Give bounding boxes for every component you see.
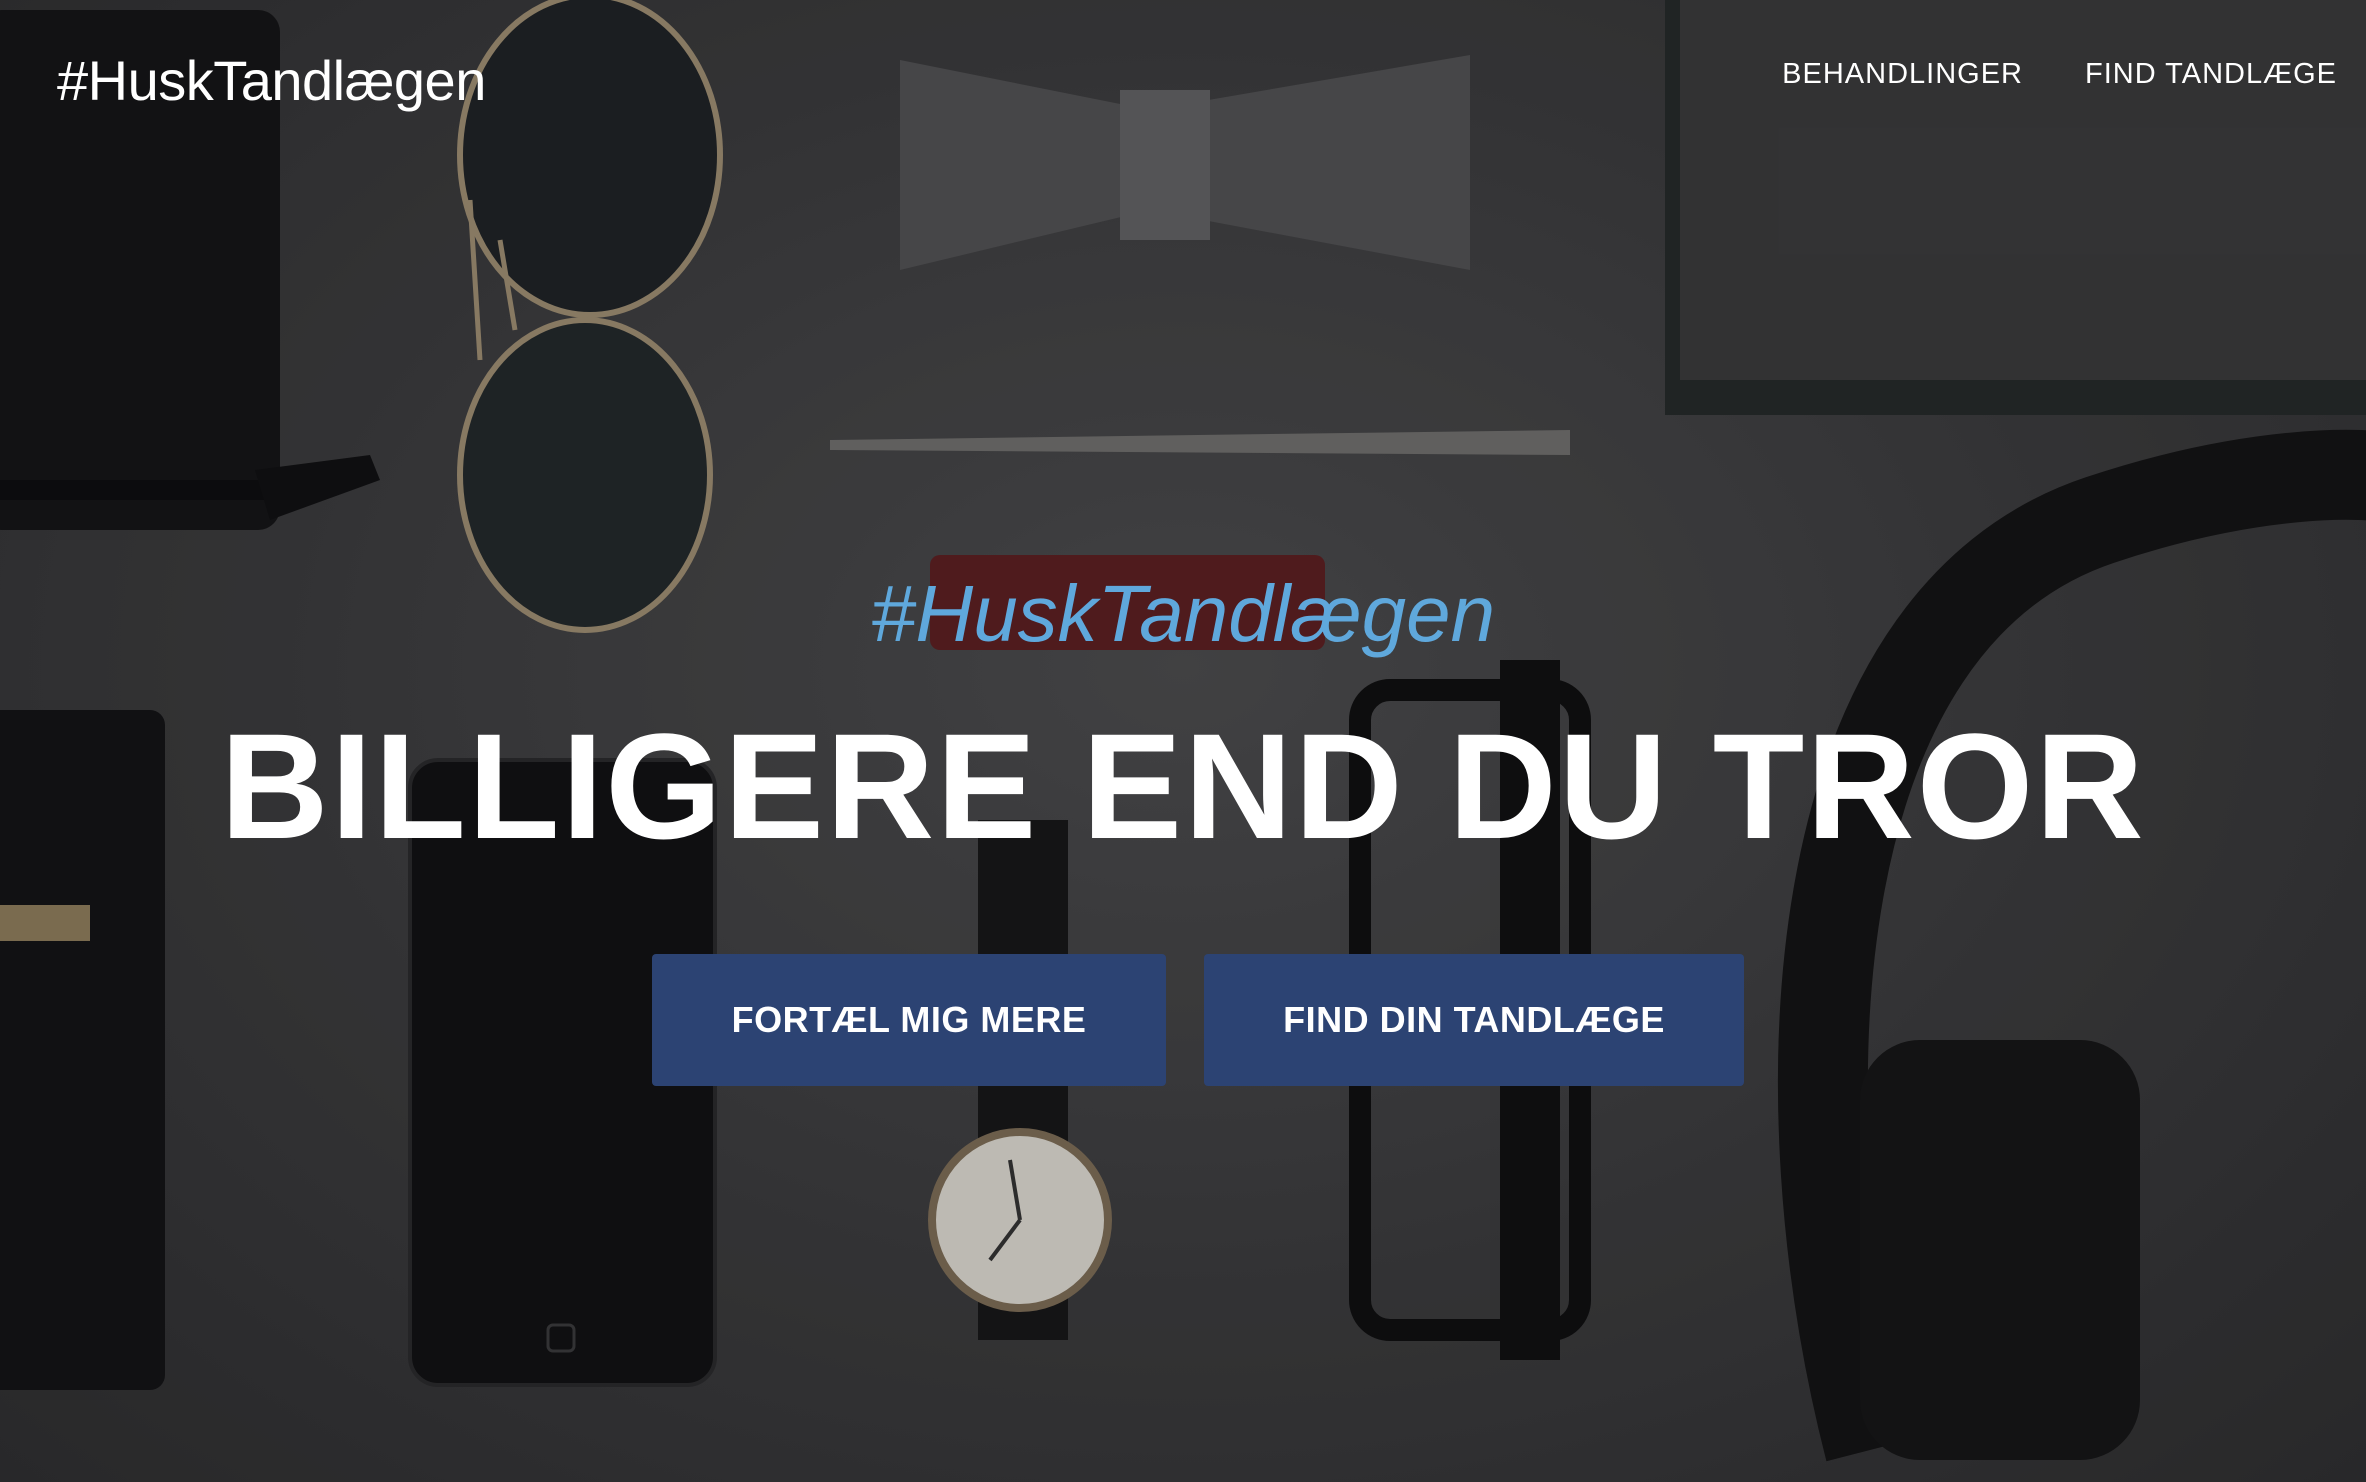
tell-me-more-button[interactable]: FORTÆL MIG MERE [652, 954, 1166, 1086]
nav-item-behandlinger[interactable]: BEHANDLINGER [1782, 58, 2023, 91]
brand-logo[interactable]: #HuskTandlægen [57, 48, 486, 113]
hero-subheading: #HuskTandlægen [870, 569, 1496, 658]
nav-item-find-tandlaege[interactable]: FIND TANDLÆGE [2085, 58, 2337, 91]
top-nav: BEHANDLINGER FIND TANDLÆGE [1782, 58, 2337, 91]
hero-headline: BILLIGERE END DU TROR [220, 702, 2146, 870]
hero-section: #HuskTandlægen BEHANDLINGER FIND TANDLÆG… [0, 0, 2366, 1482]
find-dentist-button[interactable]: FIND DIN TANDLÆGE [1204, 954, 1744, 1086]
